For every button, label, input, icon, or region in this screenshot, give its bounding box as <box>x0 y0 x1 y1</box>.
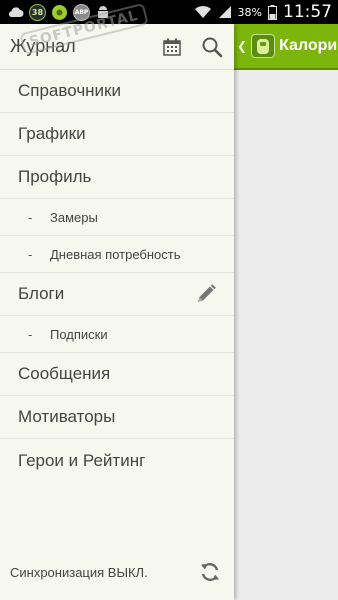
bullet-dash: - <box>28 209 33 225</box>
adblock-icon: ABP <box>73 3 90 21</box>
drawer-header: Журнал <box>0 24 234 70</box>
android-icon <box>95 4 111 20</box>
wifi-icon <box>194 5 212 19</box>
drawer-item-motivators[interactable]: Мотиваторы <box>0 396 234 439</box>
pencil-icon[interactable] <box>194 282 218 306</box>
drawer-item-profile[interactable]: Профиль <box>0 156 234 199</box>
app-notification-icon <box>51 4 68 21</box>
drawer-footer: Синхронизация ВЫКЛ. <box>0 544 234 600</box>
drawer-item-label: Справочники <box>18 81 121 100</box>
drawer-item-blogs[interactable]: Блоги <box>0 273 234 316</box>
drawer-item-label: Замеры <box>50 209 98 225</box>
drawer-indicator-icon[interactable]: ❮ <box>237 39 247 53</box>
signal-icon <box>218 5 232 19</box>
drawer-item-directories[interactable]: Справочники <box>0 70 234 113</box>
sync-icon[interactable] <box>198 560 222 584</box>
battery-icon <box>268 4 277 20</box>
app-title: Калори <box>279 37 338 54</box>
drawer-item-label: Графики <box>18 124 86 143</box>
status-bar: 38 ABP 38% 11:57 <box>0 0 338 24</box>
drawer-subitem-subscriptions[interactable]: - Подписки <box>0 316 234 353</box>
drawer-item-label: Сообщения <box>18 364 111 383</box>
main-pane: ❮ Калори <box>232 24 338 600</box>
drawer-item-label: Герои и Рейтинг <box>18 450 146 470</box>
battery-percent: 38% <box>237 5 262 19</box>
drawer-item-messages[interactable]: Сообщения <box>0 353 234 396</box>
drawer-item-label: Дневная потребность <box>50 246 181 262</box>
drawer-item-charts[interactable]: Графики <box>0 113 234 156</box>
drawer-item-journal[interactable]: Журнал <box>10 36 144 57</box>
bullet-dash: - <box>28 246 33 262</box>
notification-badge-icon: 38 <box>29 3 46 21</box>
navigation-drawer: Журнал Справочники Графики Профиль - Зам… <box>0 24 234 600</box>
clock: 11:57 <box>283 2 332 22</box>
drawer-item-label: Подписки <box>50 326 108 342</box>
drawer-item-heroes-rating[interactable]: Герои и Рейтинг <box>0 439 234 482</box>
drawer-item-label: Профиль <box>18 167 92 186</box>
calendar-icon[interactable] <box>160 35 184 59</box>
bullet-dash: - <box>28 326 33 342</box>
drawer-subitem-daily-needs[interactable]: - Дневная потребность <box>0 236 234 273</box>
drawer-item-label: Мотиваторы <box>18 407 116 426</box>
app-logo-icon[interactable] <box>251 34 276 58</box>
drawer-item-label: Блоги <box>18 284 65 303</box>
search-icon[interactable] <box>200 35 224 59</box>
drawer-subitem-measurements[interactable]: - Замеры <box>0 199 234 236</box>
weather-icon <box>6 5 24 19</box>
sync-status-label: Синхронизация ВЫКЛ. <box>10 564 148 580</box>
main-action-bar[interactable]: ❮ Калори <box>232 24 338 70</box>
